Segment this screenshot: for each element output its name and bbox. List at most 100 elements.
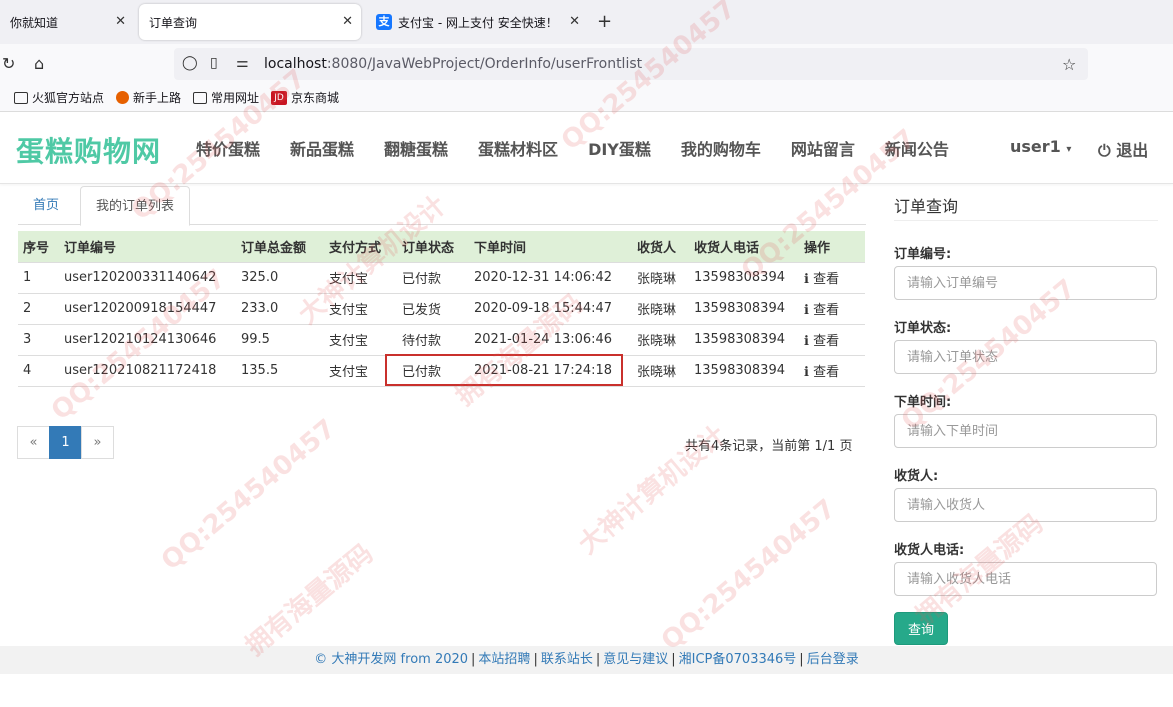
view-link[interactable]: ℹ 查看 [799, 324, 865, 356]
site-logo[interactable]: 蛋糕购物网 [16, 130, 161, 170]
order-status-label: 订单状态: [894, 321, 952, 336]
alipay-icon: 支 [376, 14, 392, 30]
bookmark-item[interactable]: JD 京东商城 [271, 89, 339, 106]
info-icon: ℹ [804, 272, 809, 287]
page-tabs: 首页 我的订单列表 [18, 186, 866, 226]
menu-item[interactable]: 新品蛋糕 [290, 136, 354, 160]
watermark: 拥有海量源码 [240, 538, 380, 663]
table-row: 3 user120210124130646 99.5 支付宝 待付款 2021-… [18, 324, 865, 356]
power-icon: ⏻ [1098, 141, 1111, 160]
table-row: 2 user120200918154447 233.0 支付宝 已发货 2020… [18, 293, 865, 325]
footer-link[interactable]: 联系站长 [541, 652, 593, 667]
order-time-label: 下单时间: [894, 395, 952, 410]
cell: 13598308394 [689, 293, 799, 325]
view-label: 查看 [813, 334, 840, 349]
user-name: user1 [1010, 137, 1061, 156]
query-button[interactable]: 查询 [894, 612, 948, 645]
footer-link[interactable]: 意见与建议 [603, 652, 668, 667]
order-status-input[interactable] [894, 340, 1157, 374]
cell: user120200331140642 [59, 262, 236, 294]
view-link[interactable]: ℹ 查看 [799, 262, 865, 294]
reload-icon[interactable]: ↻ [2, 54, 15, 73]
order-no-input[interactable] [894, 266, 1157, 300]
bookmark-label: 常用网址 [211, 91, 260, 105]
watermark: QQ:254540457 [655, 493, 842, 657]
cell: 3 [18, 324, 59, 356]
menu-item[interactable]: 我的购物车 [681, 136, 761, 160]
view-link[interactable]: ℹ 查看 [799, 293, 865, 325]
footer-link[interactable]: 湘ICP备0703346号 [679, 652, 797, 667]
browser-tab-active[interactable]: 订单查询 ✕ [139, 4, 361, 40]
cell: 张晓琳 [632, 324, 689, 356]
highlight-box [385, 354, 623, 386]
cell: 13598308394 [689, 324, 799, 356]
order-time-input[interactable] [894, 414, 1157, 448]
jd-icon: JD [271, 90, 288, 105]
user-dropdown[interactable]: user1 ▾ [1010, 137, 1071, 156]
page-icon[interactable]: ▯ [210, 55, 218, 71]
shield-icon[interactable]: ◯ [182, 55, 198, 71]
permissions-icon[interactable]: ⚌ [236, 55, 249, 71]
sidebar-title: 订单查询 [894, 197, 959, 216]
menu-item[interactable]: DIY蛋糕 [588, 136, 651, 160]
page-number-button[interactable]: 1 [49, 426, 82, 459]
browser-tab[interactable]: 你就知道 ✕ [0, 4, 134, 40]
view-link[interactable]: ℹ 查看 [799, 355, 865, 387]
separator: | [595, 652, 601, 667]
close-icon[interactable]: ✕ [342, 14, 353, 29]
close-icon[interactable]: ✕ [115, 14, 126, 29]
cell: user120210124130646 [59, 324, 236, 356]
logout-label: 退出 [1116, 141, 1149, 160]
col-header: 支付方式 [324, 231, 397, 263]
footer-link[interactable]: 本站招聘 [478, 652, 530, 667]
address-bar[interactable]: ◯ ▯ ⚌ localhost:8080/JavaWebProject/Orde… [174, 48, 1088, 80]
menu-item[interactable]: 网站留言 [791, 136, 855, 160]
cell: 张晓琳 [632, 262, 689, 294]
info-icon: ℹ [804, 365, 809, 380]
cell: 2 [18, 293, 59, 325]
cell: 已付款 [397, 262, 469, 294]
col-header: 收货人 [632, 231, 689, 263]
cell: 1 [18, 262, 59, 294]
cell: 2020-09-18 15:44:47 [469, 293, 632, 325]
tab-home[interactable]: 首页 [18, 186, 74, 225]
home-icon[interactable]: ⌂ [34, 54, 44, 73]
col-header: 订单状态 [397, 231, 469, 263]
receiver-phone-input[interactable] [894, 562, 1157, 596]
bookmark-item[interactable]: 火狐官方站点 [14, 89, 104, 106]
view-label: 查看 [813, 272, 840, 287]
separator: | [671, 652, 676, 667]
close-icon[interactable]: ✕ [569, 14, 580, 29]
watermark: QQ:254540457 [155, 413, 342, 577]
logout-button[interactable]: ⏻ 退出 [1098, 137, 1148, 161]
star-icon[interactable]: ☆ [1062, 55, 1076, 74]
cell: 99.5 [236, 324, 324, 356]
view-label: 查看 [813, 303, 840, 318]
menu-item[interactable]: 新闻公告 [885, 136, 949, 160]
next-page-button[interactable]: » [81, 426, 114, 459]
bookmark-item[interactable]: 常用网址 [193, 89, 259, 106]
bookmark-label: 火狐官方站点 [32, 91, 105, 105]
caret-down-icon: ▾ [1066, 144, 1072, 155]
browser-tab[interactable]: 支 支付宝 - 网上支付 安全快速！ ✕ [366, 4, 588, 40]
new-tab-icon[interactable]: + [597, 11, 612, 32]
col-header: 收货人电话 [689, 231, 799, 263]
tab-my-orders[interactable]: 我的订单列表 [80, 186, 191, 226]
menu-item[interactable]: 特价蛋糕 [196, 136, 260, 160]
bookmark-item[interactable]: 新手上路 [116, 89, 181, 106]
tab-title: 支付宝 - 网上支付 安全快速！ [398, 15, 558, 30]
folder-icon [193, 91, 208, 104]
table-row: 1 user120200331140642 325.0 支付宝 已付款 2020… [18, 262, 865, 294]
footer-link[interactable]: © 大神开发网 from 2020 [314, 652, 468, 667]
cell: 2020-12-31 14:06:42 [469, 262, 632, 294]
prev-page-button[interactable]: « [17, 426, 50, 459]
receiver-phone-label: 收货人电话: [894, 543, 965, 558]
menu-item[interactable]: 翻糖蛋糕 [384, 136, 448, 160]
menu-item[interactable]: 蛋糕材料区 [478, 136, 558, 160]
receiver-input[interactable] [894, 488, 1157, 522]
col-header: 订单编号 [59, 231, 236, 263]
divider [894, 220, 1158, 221]
site-header: 蛋糕购物网 特价蛋糕 新品蛋糕 翻糖蛋糕 蛋糕材料区 DIY蛋糕 我的购物车 网… [0, 112, 1173, 184]
footer-link[interactable]: 后台登录 [807, 652, 859, 667]
cell: 张晓琳 [632, 355, 689, 387]
